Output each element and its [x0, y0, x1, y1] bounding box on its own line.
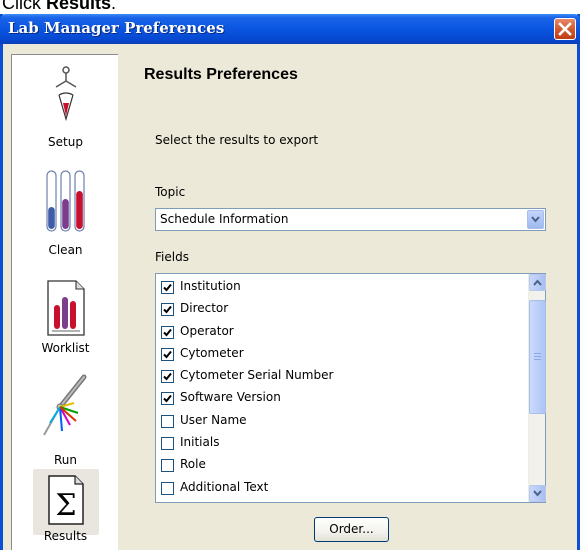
sidebar-item-results[interactable]: Σ Results [12, 469, 119, 550]
list-item[interactable]: Director [156, 298, 528, 320]
fields-label: Fields [155, 250, 189, 264]
topic-value: Schedule Information [160, 212, 289, 226]
thumb-grip [534, 353, 541, 354]
topic-dropdown-button[interactable] [527, 210, 544, 229]
list-item[interactable]: Cytometer [156, 343, 528, 365]
sidebar-item-clean[interactable]: Clean [12, 155, 119, 273]
list-item[interactable]: Institution [156, 276, 528, 298]
fields-list-rows: Institution Director Operator Cytometer Cyto… [156, 276, 528, 499]
chevron-up-icon [533, 279, 542, 286]
clean-test-tubes-icon [46, 170, 85, 232]
chevron-down-icon [531, 216, 540, 223]
close-icon [558, 22, 572, 36]
sidebar-item-label: Worklist [41, 341, 90, 355]
sidebar: Setup Clean Worklist Run Σ Results [11, 54, 118, 550]
field-label: User Name [180, 412, 247, 427]
preferences-window: Lab Manager Preferences Setup Clean Work… [0, 14, 580, 550]
fields-list[interactable]: Institution Director Operator Cytometer Cyto… [155, 273, 546, 503]
field-checkbox[interactable] [161, 303, 174, 317]
sidebar-item-label: Run [53, 453, 77, 467]
instruction-text: Click Results. [2, 0, 117, 13]
sidebar-item-label: Clean [48, 243, 83, 257]
list-item[interactable]: Additional Text [156, 477, 528, 499]
checkmark-icon [163, 283, 172, 292]
run-laser-icon [43, 374, 87, 436]
list-item[interactable]: Cytometer Serial Number [156, 365, 528, 387]
fields-scrollbar[interactable] [528, 274, 546, 502]
list-item[interactable]: Operator [156, 321, 528, 343]
results-preferences-panel: Results Preferences Select the results t… [122, 54, 574, 550]
field-label: Director [180, 301, 229, 316]
topic-dropdown[interactable]: Schedule Information [155, 208, 546, 231]
field-checkbox[interactable] [161, 347, 174, 361]
thumb-grip [534, 359, 541, 360]
chevron-down-icon [533, 490, 542, 497]
field-checkbox[interactable] [161, 281, 174, 294]
checkmark-icon [163, 350, 172, 359]
setup-pipette-icon [55, 66, 77, 122]
field-label: Cytometer Serial Number [180, 368, 334, 383]
field-checkbox[interactable] [161, 370, 174, 384]
field-checkbox[interactable] [161, 481, 174, 495]
scroll-thumb[interactable] [529, 300, 546, 414]
thumb-grip [534, 356, 541, 357]
field-label: Additional Text [180, 479, 269, 494]
field-label: Operator [180, 323, 234, 338]
worklist-document-icon [47, 280, 85, 336]
field-label: Role [180, 457, 206, 472]
title-bar: Lab Manager Preferences [0, 14, 580, 44]
field-checkbox[interactable] [161, 459, 174, 473]
list-item[interactable]: User Name [156, 410, 528, 432]
field-checkbox[interactable] [161, 325, 174, 339]
checkmark-icon [163, 306, 172, 314]
field-checkbox[interactable] [161, 437, 174, 451]
field-checkbox[interactable] [161, 414, 174, 428]
checkmark-icon [163, 328, 172, 337]
sidebar-item-label: Results [43, 529, 88, 543]
field-label: Software Version [180, 390, 281, 405]
sidebar-item-worklist[interactable]: Worklist [12, 273, 119, 369]
close-button[interactable] [554, 18, 576, 40]
intro-text: Select the results to export [155, 133, 319, 147]
results-sigma-icon: Σ [48, 475, 84, 525]
list-item[interactable]: Role [156, 454, 528, 476]
field-label: Cytometer [180, 345, 244, 360]
sidebar-item-setup[interactable]: Setup [12, 59, 119, 155]
checkmark-icon [163, 373, 172, 381]
sidebar-item-run[interactable]: Run [12, 369, 119, 473]
scroll-down-button[interactable] [529, 485, 546, 502]
field-checkbox[interactable] [161, 392, 174, 406]
scroll-up-button[interactable] [529, 274, 546, 291]
window-title: Lab Manager Preferences [8, 19, 225, 37]
field-label: Initials [180, 435, 220, 450]
order-button[interactable]: Order... [314, 517, 389, 542]
panel-title: Results Preferences [144, 66, 298, 83]
list-item[interactable]: Initials [156, 432, 528, 454]
svg-text:Σ: Σ [55, 488, 76, 523]
field-label: Institution [180, 279, 241, 293]
checkmark-icon [163, 395, 172, 403]
sidebar-item-label: Setup [48, 135, 83, 149]
list-item[interactable]: Software Version [156, 387, 528, 409]
topic-label: Topic [155, 185, 186, 199]
